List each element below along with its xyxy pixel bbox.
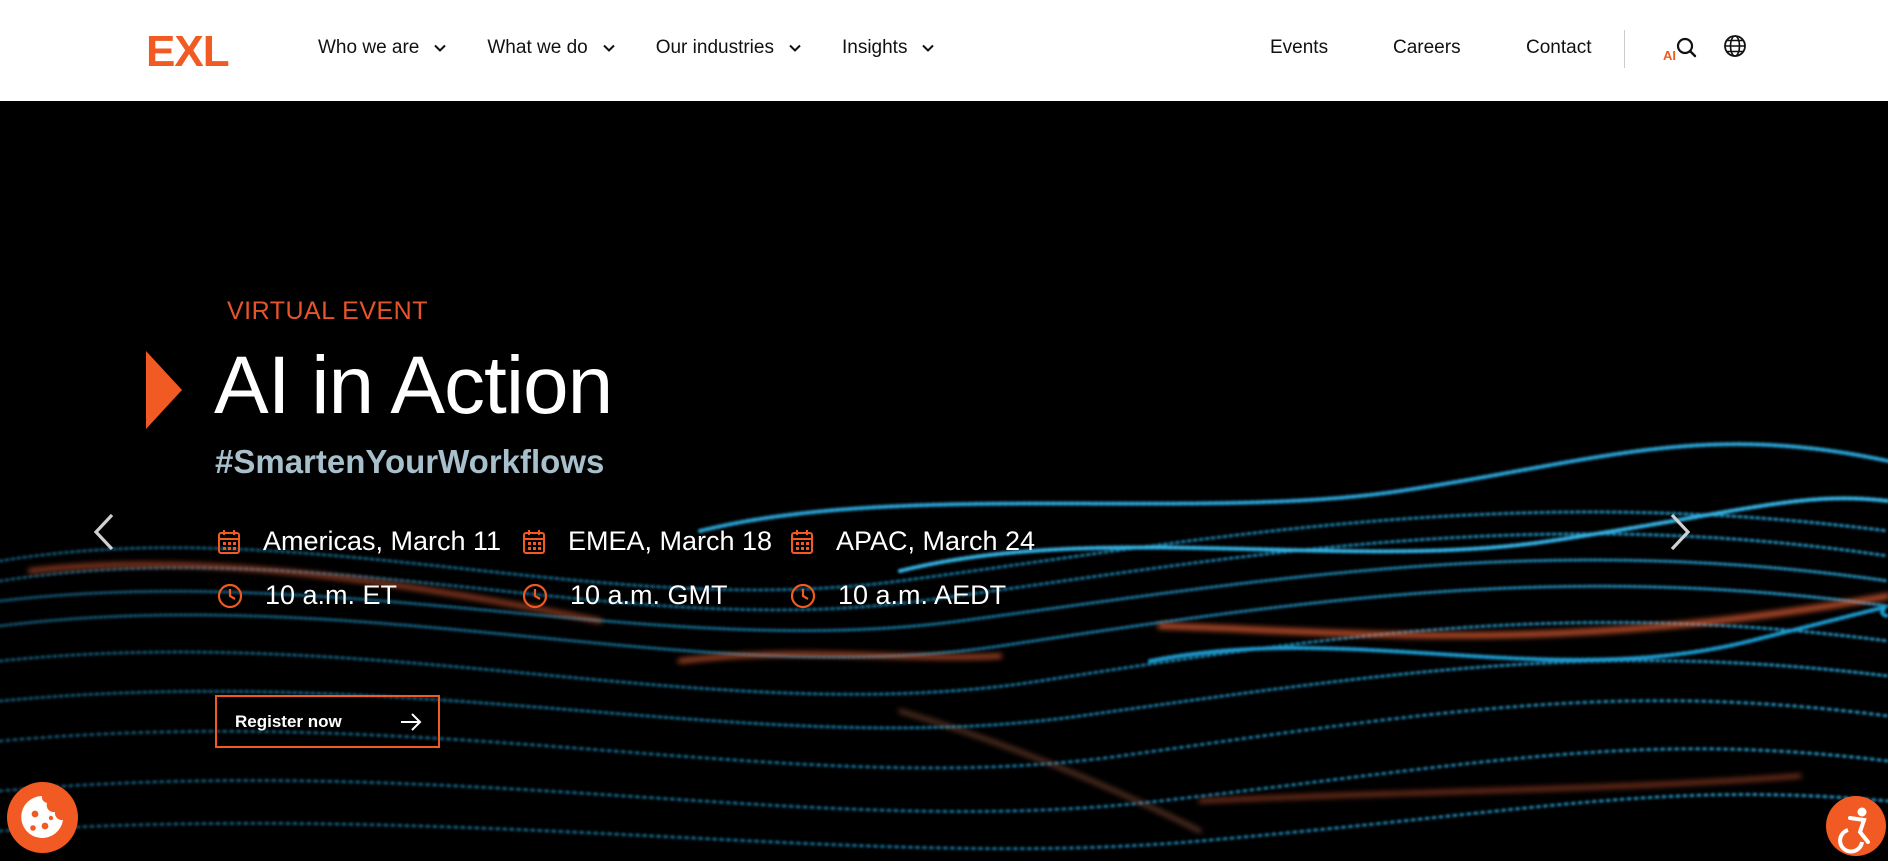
calendar-icon (218, 529, 240, 554)
site-header: EXL Who we are What we do Our industries… (0, 0, 1888, 101)
session-time: 10 a.m. ET (217, 580, 397, 611)
session-time: 10 a.m. AEDT (790, 580, 1006, 611)
calendar-icon (523, 529, 545, 554)
nav-label: What we do (487, 37, 588, 58)
chevron-down-icon (434, 44, 447, 52)
session-date: EMEA, March 18 (522, 526, 772, 557)
arrow-right-icon (401, 713, 422, 731)
calendar-icon (791, 529, 813, 554)
search-icon (1676, 37, 1697, 58)
nav-our-industries[interactable]: Our industries (656, 37, 802, 59)
session-time-text: 10 a.m. AEDT (838, 580, 1007, 610)
carousel-prev-arrow[interactable] (90, 512, 118, 552)
header-divider (1624, 30, 1625, 68)
nav-label: Who we are (318, 37, 420, 58)
accessibility-button[interactable] (1826, 796, 1886, 856)
nav-insights[interactable]: Insights (842, 37, 935, 59)
nav-label: Our industries (655, 37, 774, 58)
clock-icon (217, 583, 243, 608)
session-time-text: 10 a.m. ET (265, 580, 398, 610)
chevron-down-icon (602, 44, 615, 52)
carousel-next-arrow[interactable] (1666, 512, 1694, 552)
session-date-text: APAC, March 24 (836, 526, 1036, 556)
cookie-settings-button[interactable] (7, 782, 78, 853)
clock-icon (790, 583, 816, 608)
primary-nav: Who we are What we do Our industries Ins… (318, 0, 975, 96)
nav-who-we-are[interactable]: Who we are (318, 37, 447, 59)
nav-careers[interactable]: Careers (1393, 37, 1461, 59)
exl-logo[interactable]: EXL (146, 30, 230, 74)
session-date: APAC, March 24 (790, 526, 1035, 557)
register-label: Register now (235, 711, 342, 731)
register-now-button[interactable]: Register now (215, 695, 440, 748)
play-triangle-icon (146, 351, 182, 429)
nav-contact[interactable]: Contact (1526, 37, 1591, 59)
session-time-text: 10 a.m. GMT (570, 580, 728, 610)
accessibility-icon (1838, 807, 1870, 854)
globe-icon[interactable] (1723, 34, 1747, 58)
ai-search-button[interactable]: AI (1663, 34, 1697, 68)
chevron-down-icon (922, 44, 935, 52)
session-date-text: EMEA, March 18 (568, 526, 773, 556)
nav-what-we-do[interactable]: What we do (487, 37, 615, 59)
clock-icon (522, 583, 548, 608)
session-time: 10 a.m. GMT (522, 580, 728, 611)
session-date: Americas, March 11 (217, 526, 501, 557)
hero-hashtag: #SmartenYourWorkflows (215, 443, 605, 480)
event-type-label: VIRTUAL EVENT (227, 297, 428, 325)
cookie-icon (21, 796, 63, 838)
chevron-down-icon (789, 44, 801, 52)
hero-title: AI in Action (214, 340, 613, 431)
nav-events[interactable]: Events (1270, 37, 1328, 59)
session-date-text: Americas, March 11 (263, 526, 502, 556)
nav-label: Insights (841, 37, 908, 58)
hero-banner: VIRTUAL EVENT AI in Action #SmartenYourW… (0, 101, 1888, 861)
